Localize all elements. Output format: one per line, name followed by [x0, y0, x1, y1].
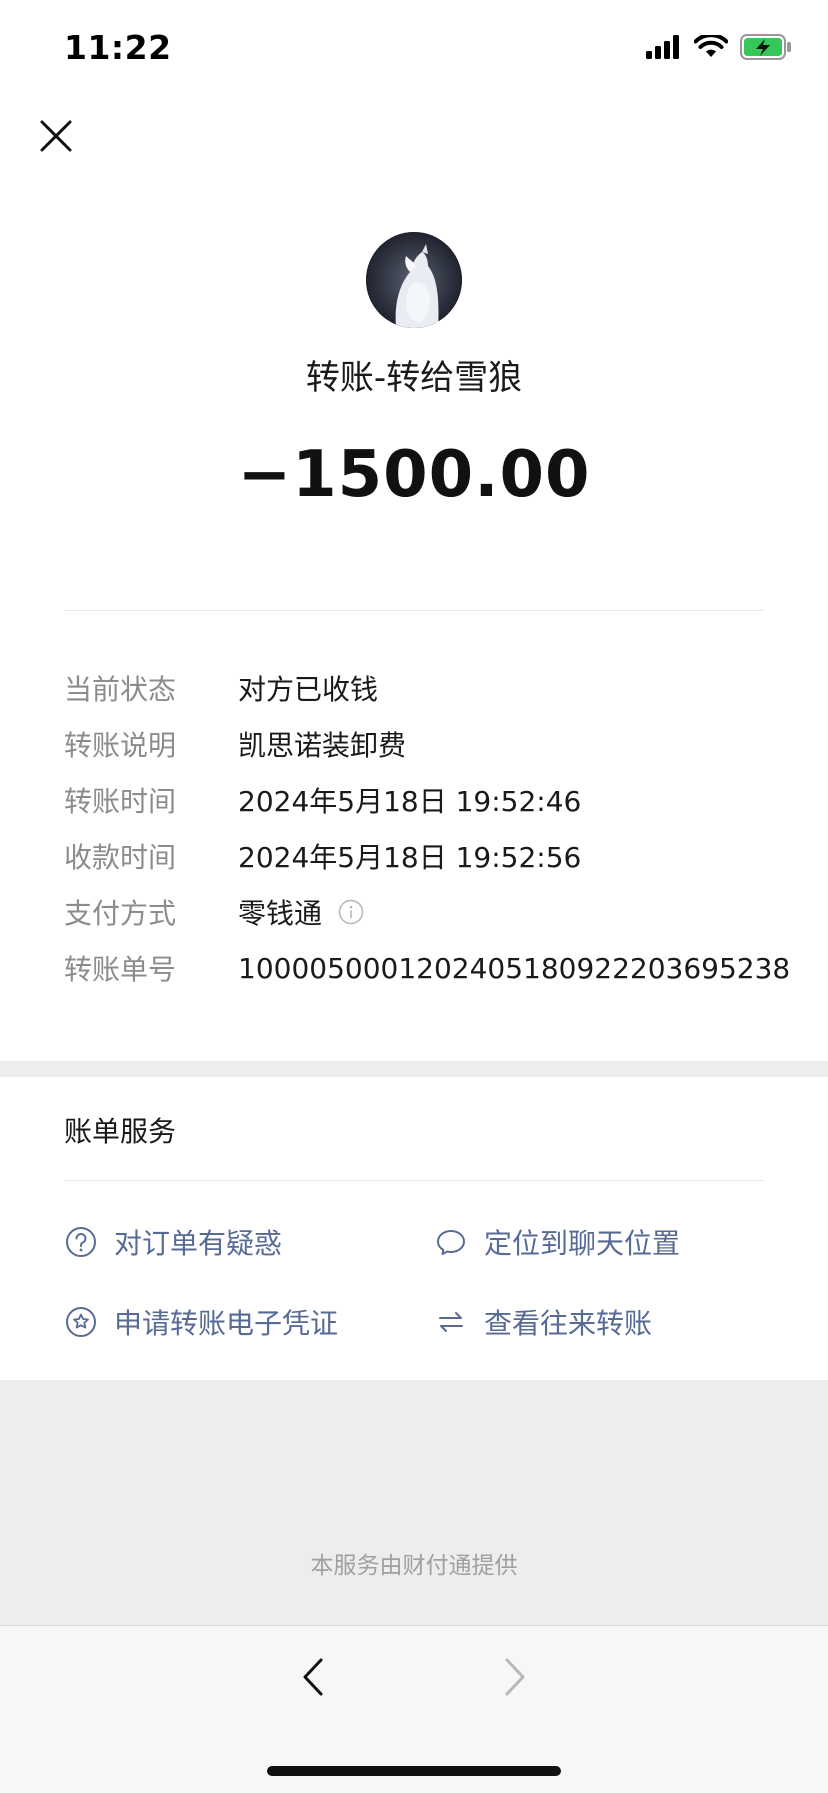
- close-icon: [40, 120, 72, 156]
- footer-background: [0, 1380, 828, 1625]
- wifi-icon: [693, 33, 729, 63]
- payment-method-value: 零钱通: [238, 897, 323, 930]
- detail-label: 转账说明: [64, 729, 177, 762]
- order-question-link[interactable]: 对订单有疑惑: [64, 1222, 282, 1262]
- transfer-amount: −1500.00: [237, 438, 591, 512]
- detail-label: 收款时间: [64, 841, 177, 874]
- detail-label: 支付方式: [64, 897, 177, 930]
- services-title: 账单服务: [64, 1115, 177, 1148]
- back-button[interactable]: [290, 1656, 336, 1702]
- locate-in-chat-link[interactable]: 定位到聊天位置: [434, 1222, 680, 1262]
- chat-bubble-icon: [434, 1225, 468, 1259]
- question-circle-icon: [64, 1225, 98, 1259]
- chevron-left-icon: [301, 1657, 325, 1701]
- detail-value: 零钱通: [238, 892, 364, 932]
- detail-row-receive-time: 收款时间 2024年5月18日 19:52:56: [64, 828, 784, 884]
- chevron-right-icon: [503, 1657, 527, 1701]
- battery-charging-icon: [740, 34, 792, 64]
- detail-label: 当前状态: [64, 673, 177, 706]
- detail-row-note: 转账说明 凯思诺装卸费: [64, 716, 784, 772]
- swap-arrows-icon: [434, 1305, 468, 1339]
- detail-value: 100005000120240518092220369523‌8: [238, 951, 791, 985]
- detail-row-status: 当前状态 对方已收钱: [64, 660, 784, 716]
- detail-label: 转账单号: [64, 953, 177, 986]
- recipient-avatar: [366, 232, 462, 328]
- view-transfers-link[interactable]: 查看往来转账: [434, 1302, 652, 1342]
- section-separator: [0, 1061, 828, 1077]
- service-label: 申请转账电子凭证: [114, 1307, 339, 1340]
- service-label: 对订单有疑惑: [114, 1227, 283, 1260]
- detail-row-transfer-id: 转账单号 100005000120240518092220369523‌8: [64, 940, 790, 996]
- info-icon[interactable]: [338, 899, 364, 925]
- request-receipt-link[interactable]: 申请转账电子凭证: [64, 1302, 338, 1342]
- service-label: 查看往来转账: [484, 1307, 653, 1340]
- provider-note: 本服务由财付通提供: [310, 1553, 518, 1579]
- detail-value: 2024年5月18日 19:52:56: [238, 841, 582, 874]
- detail-label: 转账时间: [64, 785, 177, 818]
- divider: [64, 1180, 764, 1181]
- service-label: 定位到聊天位置: [484, 1227, 681, 1260]
- close-button[interactable]: [36, 118, 76, 158]
- signal-icon: [646, 35, 682, 63]
- transfer-details: 当前状态 对方已收钱 转账说明 凯思诺装卸费 转账时间 2024年5月18日 1…: [64, 660, 790, 996]
- divider: [64, 610, 764, 611]
- detail-value: 对方已收钱: [238, 673, 379, 706]
- detail-row-transfer-time: 转账时间 2024年5月18日 19:52:46: [64, 772, 784, 828]
- status-icons: [646, 33, 792, 64]
- status-time: 11:22: [64, 28, 172, 67]
- detail-value: 凯思诺装卸费: [238, 729, 407, 762]
- status-bar: 11:22: [0, 0, 828, 100]
- transfer-title: 转账-转给雪狼: [305, 358, 523, 398]
- detail-value: 2024年5月18日 19:52:46: [238, 785, 582, 818]
- detail-row-payment-method: 支付方式 零钱通: [64, 884, 784, 940]
- star-circle-icon: [64, 1305, 98, 1339]
- home-indicator: [267, 1766, 561, 1776]
- forward-button[interactable]: [492, 1656, 538, 1702]
